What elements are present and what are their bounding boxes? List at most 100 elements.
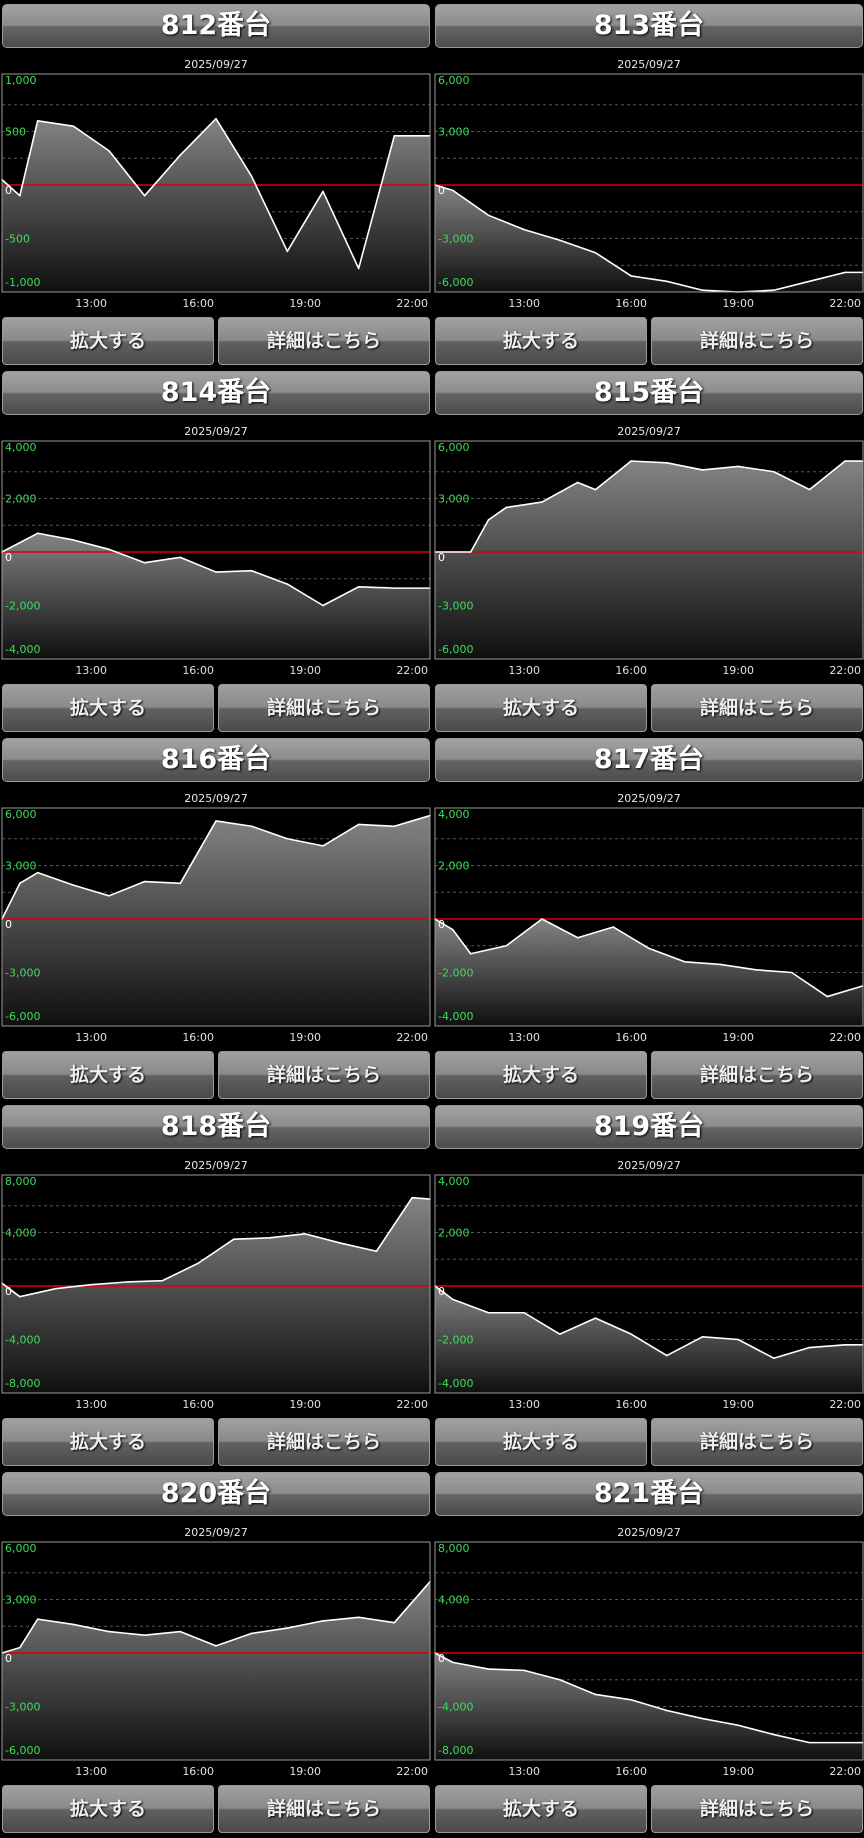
data-point [72,1623,75,1626]
detail-button[interactable]: 詳細はこちら [651,684,863,732]
y-tick-label: 4,000 [438,808,470,821]
x-tick-label: 19:00 [722,1398,754,1411]
machine-panel: 812番台 2025/09/27 1,000 500 0 -500 -1,000 13:00 1… [0,0,432,367]
x-tick-label: 22:00 [396,297,428,310]
detail-button[interactable]: 詳細はこちら [651,317,863,365]
zoom-button[interactable]: 拡大する [2,1785,214,1833]
data-point [268,1237,271,1239]
y-tick-label: -8,000 [5,1377,40,1390]
data-point [143,880,146,883]
y-tick-label: -4,000 [438,1010,473,1023]
zoom-button[interactable]: 拡大する [2,684,214,732]
x-tick-label: 16:00 [615,1031,647,1044]
data-point [286,1627,289,1629]
detail-button[interactable]: 詳細はこちら [651,1785,863,1833]
data-point [19,882,21,885]
x-tick-label: 16:00 [615,664,647,677]
data-point [487,1668,490,1670]
detail-button[interactable]: 詳細はこちら [218,1785,430,1833]
detail-button[interactable]: 詳細はこちら [651,1051,863,1099]
y-tick-label: 4,000 [5,441,37,454]
data-point [452,1661,454,1664]
x-tick-label: 13:00 [75,1765,107,1778]
data-point [808,488,811,491]
data-point [737,1338,739,1341]
detail-button[interactable]: 詳細はこちら [218,317,430,365]
detail-button[interactable]: 詳細はこちら [218,684,430,732]
data-point [90,1283,92,1286]
zoom-button[interactable]: 拡大する [435,1051,647,1099]
machine-panel: 817番台 2025/09/27 4,000 2,000 0 -2,000 -4,000 13… [433,734,864,1101]
x-tick-label: 16:00 [182,297,214,310]
x-tick-label: 22:00 [829,664,861,677]
data-point [393,825,396,828]
data-point [36,1618,39,1620]
zoom-button[interactable]: 拡大する [2,1418,214,1466]
y-tick-label: 3,000 [5,1594,37,1607]
zoom-button[interactable]: 拡大する [435,1418,647,1466]
slump-chart: 4,000 2,000 0 -2,000 -4,000 13:00 16:00 19:00 22… [1,440,431,677]
data-point [666,280,668,283]
data-point [286,837,289,840]
data-point [790,971,793,974]
data-point [808,280,811,283]
y-tick-label: -4,000 [5,643,40,656]
data-point [737,465,739,468]
x-tick-label: 19:00 [722,664,754,677]
x-tick-label: 16:00 [182,664,214,677]
data-point [452,928,454,931]
data-point [322,190,324,193]
zoom-button[interactable]: 拡大する [435,1785,647,1833]
data-point [701,289,704,292]
area-fill [435,1286,863,1393]
data-point [469,952,472,955]
data-point [719,963,722,966]
chart-date: 2025/09/27 [617,1526,681,1539]
machine-panel: 814番台 2025/09/27 4,000 2,000 0 -2,000 -4,000 13… [0,367,432,734]
area-fill [2,1581,430,1760]
data-point [648,947,650,950]
data-point [844,1741,846,1744]
data-point [594,1317,597,1319]
machine-title: 818番台 [2,1105,430,1149]
y-tick-label: -1,000 [5,276,40,289]
machine-title: 815番台 [435,371,863,415]
detail-button[interactable]: 詳細はこちら [218,1418,430,1466]
area-fill [435,919,863,1026]
data-point [630,460,632,462]
data-point [197,1262,199,1265]
data-point [683,961,686,963]
y-tick-label: 8,000 [5,1175,37,1188]
zoom-button[interactable]: 拡大する [2,317,214,365]
data-point [469,551,472,553]
data-point [36,120,39,122]
x-tick-label: 13:00 [75,297,107,310]
area-fill [2,815,430,1026]
detail-button[interactable]: 詳細はこちら [651,1418,863,1466]
slump-chart: 6,000 3,000 0 -3,000 -6,000 13:00 16:00 19:00 22… [434,440,864,677]
data-point [576,481,579,484]
y-tick-label: -6,000 [438,276,473,289]
x-tick-label: 22:00 [829,297,861,310]
data-point [375,1250,378,1253]
data-point [143,194,146,197]
machine-title: 821番台 [435,1472,863,1516]
y-tick-label: 6,000 [5,1542,37,1555]
slump-chart: 6,000 3,000 0 -3,000 -6,000 13:00 16:00 19:00 22… [434,73,864,310]
x-tick-label: 16:00 [182,1031,214,1044]
y-tick-label: 4,000 [438,1594,470,1607]
detail-button[interactable]: 詳細はこちら [218,1051,430,1099]
y-tick-label: -4,000 [5,1334,40,1347]
data-point [630,1699,632,1701]
data-point [773,289,775,292]
zoom-button[interactable]: 拡大する [2,1051,214,1099]
x-tick-label: 19:00 [722,297,754,310]
y-tick-label: -2,000 [5,600,40,613]
data-point [452,1298,454,1301]
x-tick-label: 16:00 [182,1398,214,1411]
data-point [594,251,597,254]
data-point [541,918,543,920]
zoom-button[interactable]: 拡大する [435,317,647,365]
data-point [844,1344,846,1346]
zoom-button[interactable]: 拡大する [435,684,647,732]
